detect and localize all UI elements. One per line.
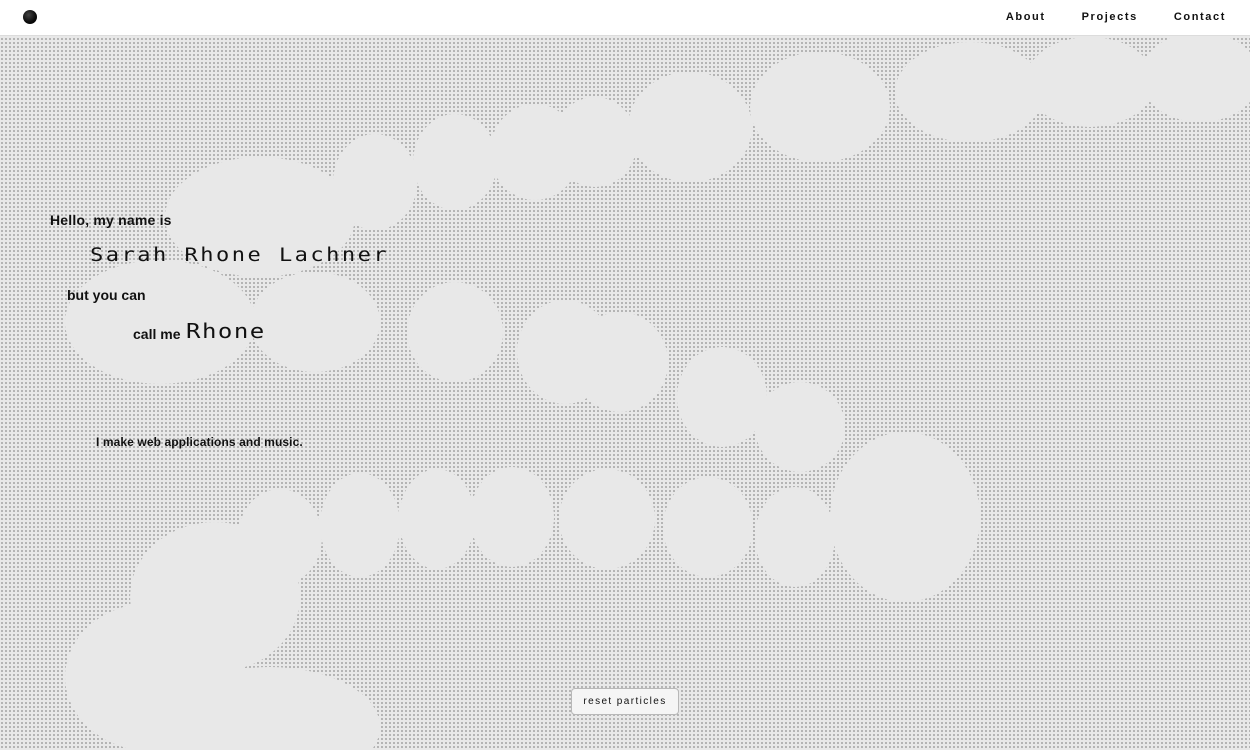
void-blob bbox=[895, 42, 1045, 142]
transition-text: but you can bbox=[67, 287, 146, 303]
particle-canvas[interactable] bbox=[0, 37, 1250, 750]
void-blob bbox=[559, 469, 655, 569]
greeting-text: Hello, my name is bbox=[50, 212, 172, 228]
top-navbar: About Projects Contact bbox=[0, 0, 1250, 36]
nav-link-projects[interactable]: Projects bbox=[1082, 11, 1138, 23]
void-blob bbox=[470, 467, 554, 567]
nav-link-contact[interactable]: Contact bbox=[1174, 11, 1226, 23]
call-me-text: call me bbox=[133, 326, 181, 342]
void-blob bbox=[572, 312, 668, 412]
void-blob bbox=[663, 477, 753, 577]
void-blob bbox=[1140, 37, 1250, 122]
nickname: Rhone bbox=[186, 319, 266, 343]
void-blob bbox=[755, 487, 835, 587]
void-blob bbox=[399, 469, 475, 569]
void-blob bbox=[320, 473, 400, 577]
void-blob bbox=[755, 382, 845, 472]
void-blob bbox=[250, 272, 380, 372]
nav-link-about[interactable]: About bbox=[1006, 11, 1046, 23]
tagline: I make web applications and music. bbox=[96, 435, 303, 449]
void-blob bbox=[490, 104, 580, 200]
void-blob bbox=[413, 114, 497, 210]
void-blob bbox=[1025, 37, 1155, 127]
void-blob bbox=[407, 282, 503, 382]
logo-icon[interactable] bbox=[23, 10, 37, 24]
void-blob bbox=[628, 72, 752, 182]
reset-particles-button[interactable]: reset particles bbox=[571, 688, 679, 715]
particle-voids bbox=[65, 37, 1250, 750]
full-name: Sarah Rhone Lachner bbox=[90, 244, 390, 267]
void-blob bbox=[830, 432, 980, 602]
nav-links: About Projects Contact bbox=[1006, 11, 1226, 23]
void-blob bbox=[750, 52, 890, 162]
void-blob bbox=[677, 347, 767, 447]
